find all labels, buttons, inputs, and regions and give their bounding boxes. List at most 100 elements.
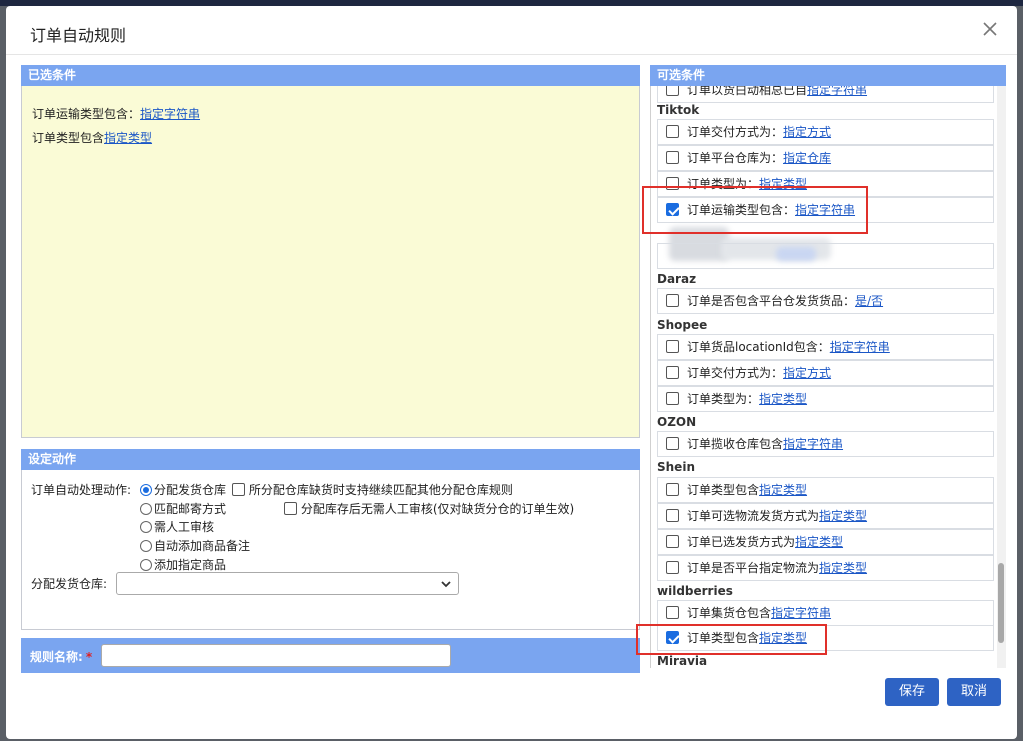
checkbox-icon[interactable] [284,502,297,515]
radio-icon[interactable] [140,540,152,552]
radio-add-note[interactable]: 自动添加商品备注 [140,537,250,554]
condition-row[interactable]: 订单是否包含平台仓发货货品：是/否 [657,288,994,314]
optional-conditions-list: 订单以货白动相总已自指定字符串 Tiktok 订单交付方式为：指定方式 订单平台… [650,86,1006,668]
row-link[interactable]: 指定类型 [795,535,843,549]
group-shopee: Shopee [657,318,708,332]
condition-row[interactable]: 订单以货白动相总已自指定字符串 [657,86,994,103]
row-link[interactable]: 指定类型 [759,392,807,406]
checkbox-icon[interactable] [666,294,679,307]
required-mark: * [85,650,93,664]
row-link[interactable]: 指定字符串 [830,340,890,354]
checkbox-icon[interactable] [666,151,679,164]
condition-link[interactable]: 指定字符串 [140,107,200,121]
row-label: 订单是否包含平台仓发货货品： [687,294,856,308]
radio-label: 需人工审核 [154,520,215,534]
watermark: ᥬ 大数跨境 [10,706,87,731]
row-label: 订单是否平台指定物流为 [687,561,820,575]
highlight-box [642,186,868,234]
rule-name-label: 规则名称: * [30,648,92,665]
row-label: 订单类型为： [687,392,760,406]
condition-row[interactable]: 订单交付方式为：指定方式 [657,360,994,386]
group-tiktok: Tiktok [657,103,700,117]
no-review-checkbox[interactable]: 分配库存后无需人工审核(仅对缺货分仓的订单生效) [284,500,574,517]
warehouse-select[interactable] [116,572,459,595]
chevron-down-icon [441,581,451,588]
checkbox-icon[interactable] [666,561,679,574]
condition-label: 订单类型包含 [32,131,105,145]
row-label: 订单以货白动相总已自 [687,86,808,97]
radio-icon[interactable] [140,521,152,533]
checkbox-icon[interactable] [666,483,679,496]
row-link[interactable]: 指定方式 [783,125,831,139]
condition-row[interactable]: 订单类型包含指定类型 [657,477,994,503]
radio-manual-review[interactable]: 需人工审核 [140,518,214,535]
row-link[interactable]: 指定类型 [819,509,867,523]
group-shein: Shein [657,460,695,474]
checkbox-icon[interactable] [666,366,679,379]
group-ozon: OZON [657,415,697,429]
action-label: 订单自动处理动作: [31,483,132,497]
watermark-text: 大数跨境 [19,711,88,731]
blurred-area [776,247,816,261]
radio-label: 匹配邮寄方式 [154,502,227,516]
title-divider [6,54,1017,55]
row-link[interactable]: 指定类型 [759,483,807,497]
checkbox-label: 所分配仓库缺货时支持继续匹配其他分配仓库规则 [248,483,513,497]
scrollbar-thumb[interactable] [998,563,1004,643]
radio-assign-warehouse[interactable]: 分配发货仓库 [140,481,226,498]
condition-row[interactable]: 订单类型为：指定类型 [657,386,994,412]
checkbox-icon[interactable] [666,535,679,548]
condition-label: 订单运输类型包含： [32,107,141,121]
radio-icon[interactable] [140,484,152,496]
radio-match-shipping[interactable]: 匹配邮寄方式 [140,500,226,517]
row-link[interactable]: 指定字符串 [783,437,843,451]
fallback-warehouse-checkbox[interactable]: 所分配仓库缺货时支持继续匹配其他分配仓库规则 [232,481,513,498]
row-label: 订单货品locationId包含： [687,340,830,354]
row-label: 订单集货仓包含 [687,606,772,620]
condition-row[interactable]: 订单货品locationId包含：指定字符串 [657,334,994,360]
condition-row[interactable]: 订单可选物流发货方式为指定类型 [657,503,994,529]
checkbox-icon[interactable] [666,392,679,405]
action-header: 设定动作 [21,449,640,470]
row-link[interactable]: 指定仓库 [783,151,831,165]
group-daraz: Daraz [657,272,697,286]
rule-name-bar: 规则名称: * [21,638,640,673]
checkbox-icon[interactable] [232,483,245,496]
condition-row[interactable]: 订单揽收仓库包含指定字符串 [657,431,994,457]
checkbox-icon[interactable] [666,437,679,450]
condition-row[interactable]: 订单已选发货方式为指定类型 [657,529,994,555]
checkbox-icon[interactable] [666,125,679,138]
row-link[interactable]: 指定方式 [783,366,831,380]
row-link[interactable]: 指定字符串 [807,86,867,97]
condition-row[interactable]: 订单平台仓库为：指定仓库 [657,145,994,171]
group-wildberries: wildberries [657,584,733,598]
highlight-box [636,624,827,655]
checkbox-icon[interactable] [666,86,679,96]
condition-row[interactable]: 订单集货仓包含指定字符串 [657,600,994,626]
radio-icon[interactable] [140,503,152,515]
close-icon[interactable] [979,18,1001,40]
radio-add-product[interactable]: 添加指定商品 [140,556,226,573]
row-label: 订单可选物流发货方式为 [687,509,820,523]
dialog-title: 订单自动规则 [30,26,127,45]
row-link[interactable]: 是/否 [855,294,883,308]
checkbox-icon[interactable] [666,606,679,619]
radio-label: 自动添加商品备注 [154,539,251,553]
row-link[interactable]: 指定字符串 [771,606,831,620]
condition-row[interactable]: 订单是否平台指定物流为指定类型 [657,555,994,581]
selected-condition-item: 订单运输类型包含：指定字符串 [32,105,200,122]
group-miravia: Miravia [657,654,708,668]
rule-name-input[interactable] [101,644,451,667]
blurred-row [657,243,994,269]
condition-link[interactable]: 指定类型 [104,131,152,145]
condition-row[interactable]: 订单交付方式为：指定方式 [657,119,994,145]
row-label: 订单交付方式为： [687,366,784,380]
radio-icon[interactable] [140,559,152,571]
row-link[interactable]: 指定类型 [819,561,867,575]
row-label: 订单揽收仓库包含 [687,437,784,451]
cancel-button[interactable]: 取消 [947,678,1001,706]
row-label: 订单交付方式为： [687,125,784,139]
save-button[interactable]: 保存 [885,678,939,706]
checkbox-icon[interactable] [666,509,679,522]
checkbox-icon[interactable] [666,340,679,353]
